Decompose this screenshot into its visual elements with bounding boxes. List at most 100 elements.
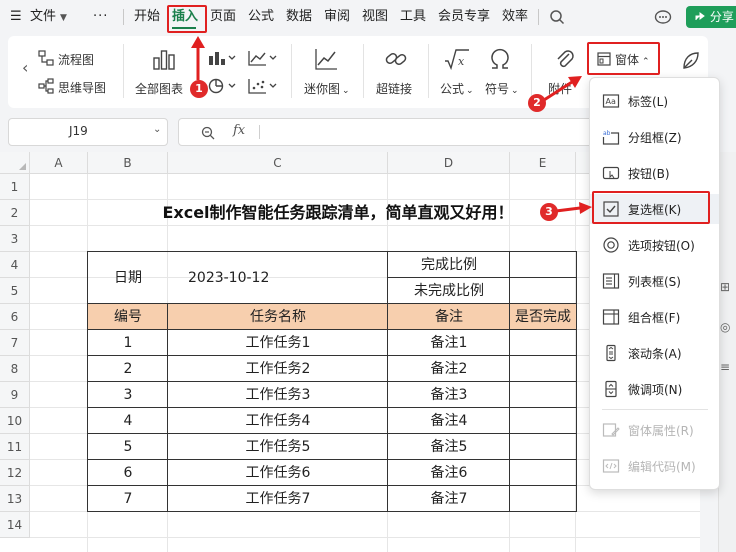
sheet-title[interactable]: Excel制作智能任务跟踪清单，简单直观又好用！ — [88, 200, 588, 226]
task-note[interactable]: 备注1 — [388, 330, 510, 356]
task-id[interactable]: 3 — [88, 382, 168, 408]
menu-item-button[interactable]: 按钮(B) — [590, 158, 719, 188]
file-menu[interactable]: 文件 ▼ — [30, 0, 67, 34]
menu-item-listbox[interactable]: 列表框(S) — [590, 266, 719, 296]
mindmap-button[interactable]: 思维导图 — [58, 79, 106, 96]
row-header[interactable]: 14 — [0, 512, 30, 538]
zoom-icon[interactable] — [201, 123, 215, 144]
column-header-d[interactable]: D — [388, 152, 510, 174]
menu-item-radio[interactable]: 选项按钮(O) — [590, 230, 719, 260]
tab-efficiency[interactable]: 效率 — [500, 0, 530, 34]
task-name[interactable]: 工作任务2 — [168, 356, 388, 382]
row-header[interactable]: 12 — [0, 460, 30, 486]
row-header[interactable]: 7 — [0, 330, 30, 356]
side-tool-icon[interactable]: ⊞ — [720, 280, 730, 294]
hyperlink-button[interactable]: 超链接 — [376, 80, 412, 97]
task-name[interactable]: 工作任务1 — [168, 330, 388, 356]
pie-chart-icon[interactable] — [208, 78, 236, 97]
date-label[interactable]: 日期 — [88, 252, 168, 304]
row-header[interactable]: 6 — [0, 304, 30, 330]
menu-item-scrollbar[interactable]: 滚动条(A) — [590, 338, 719, 368]
task-id[interactable]: 1 — [88, 330, 168, 356]
table-border — [167, 303, 168, 512]
formula-label: 公式 — [440, 82, 465, 96]
share-button[interactable]: 分享 — [686, 6, 736, 28]
select-all-corner[interactable] — [0, 152, 30, 174]
task-id[interactable]: 2 — [88, 356, 168, 382]
row-header[interactable]: 5 — [0, 278, 30, 304]
header-task-name[interactable]: 任务名称 — [168, 304, 388, 330]
header-completed[interactable]: 是否完成 — [510, 304, 576, 330]
tab-tools[interactable]: 工具 — [398, 0, 428, 34]
menu-item-text: 分组框(Z) — [628, 131, 682, 145]
menu-item-text: 按钮(B) — [628, 167, 670, 181]
flowchart-button[interactable]: 流程图 — [58, 51, 94, 68]
task-note[interactable]: 备注5 — [388, 434, 510, 460]
table-border — [88, 381, 577, 382]
task-note[interactable]: 备注3 — [388, 382, 510, 408]
formula-button[interactable]: 公式 ⌄ — [440, 80, 474, 97]
task-id[interactable]: 5 — [88, 434, 168, 460]
tab-member[interactable]: 会员专享 — [436, 0, 492, 34]
line-chart-icon[interactable] — [248, 50, 278, 69]
task-name[interactable]: 工作任务4 — [168, 408, 388, 434]
menu-item-spinner[interactable]: 微调项(N) — [590, 374, 719, 404]
attachment-button[interactable]: 附件 — [548, 80, 572, 97]
task-note[interactable]: 备注4 — [388, 408, 510, 434]
chevron-down-icon: ▼ — [60, 13, 67, 23]
row-header[interactable]: 3 — [0, 226, 30, 252]
message-icon[interactable] — [654, 0, 672, 34]
tab-view[interactable]: 视图 — [360, 0, 390, 34]
hamburger-icon[interactable]: ☰ — [10, 0, 22, 34]
symbol-button[interactable]: 符号 ⌄ — [485, 80, 519, 97]
side-tool-icon[interactable]: ≡ — [720, 360, 730, 374]
menu-item-combobox[interactable]: 组合框(F) — [590, 302, 719, 332]
row-header[interactable]: 9 — [0, 382, 30, 408]
tab-formula[interactable]: 公式 — [246, 0, 276, 34]
name-box[interactable]: J19 ⌄ — [8, 118, 168, 146]
search-icon[interactable] — [549, 0, 565, 34]
more-tools-icon[interactable] — [680, 50, 702, 75]
task-note[interactable]: 备注7 — [388, 486, 510, 512]
header-id[interactable]: 编号 — [88, 304, 168, 330]
menu-item-label[interactable]: Aa 标签(L) — [590, 86, 719, 116]
header-note[interactable]: 备注 — [388, 304, 510, 330]
column-header-b[interactable]: B — [88, 152, 168, 174]
side-tool-icon[interactable]: ◎ — [720, 320, 730, 334]
scatter-chart-icon[interactable] — [248, 78, 278, 97]
row-header[interactable]: 4 — [0, 252, 30, 278]
tab-data[interactable]: 数据 — [284, 0, 314, 34]
column-header-e[interactable]: E — [510, 152, 576, 174]
tab-review[interactable]: 审阅 — [322, 0, 352, 34]
task-note[interactable]: 备注6 — [388, 460, 510, 486]
column-chart-icon[interactable] — [208, 50, 236, 69]
row-header[interactable]: 1 — [0, 174, 30, 200]
task-name[interactable]: 工作任务6 — [168, 460, 388, 486]
task-name[interactable]: 工作任务5 — [168, 434, 388, 460]
row-header[interactable]: 10 — [0, 408, 30, 434]
task-note[interactable]: 备注2 — [388, 356, 510, 382]
done-ratio-label[interactable]: 完成比例 — [388, 252, 510, 278]
date-value[interactable]: 2023-10-12 — [188, 252, 388, 304]
fx-icon[interactable]: fx — [233, 123, 245, 138]
menu-item-groupbox[interactable]: ab 分组框(Z) — [590, 122, 719, 152]
task-name[interactable]: 工作任务7 — [168, 486, 388, 512]
divider — [531, 44, 532, 98]
row-header[interactable]: 2 — [0, 200, 30, 226]
row-header[interactable]: 13 — [0, 486, 30, 512]
chevron-left-icon[interactable]: ‹ — [22, 58, 28, 77]
column-header-c[interactable]: C — [168, 152, 388, 174]
tab-home[interactable]: 开始 — [132, 0, 162, 34]
sparkline-button[interactable]: 迷你图 ⌄ — [304, 80, 350, 97]
task-id[interactable]: 7 — [88, 486, 168, 512]
column-header-a[interactable]: A — [30, 152, 88, 174]
task-id[interactable]: 4 — [88, 408, 168, 434]
more-icon[interactable]: ··· — [93, 0, 108, 34]
row-header[interactable]: 11 — [0, 434, 30, 460]
row-header[interactable]: 8 — [0, 356, 30, 382]
task-name[interactable]: 工作任务3 — [168, 382, 388, 408]
all-charts-button[interactable]: 全部图表 — [135, 80, 183, 97]
tab-page[interactable]: 页面 — [208, 0, 238, 34]
undone-ratio-label[interactable]: 未完成比例 — [388, 278, 510, 304]
task-id[interactable]: 6 — [88, 460, 168, 486]
